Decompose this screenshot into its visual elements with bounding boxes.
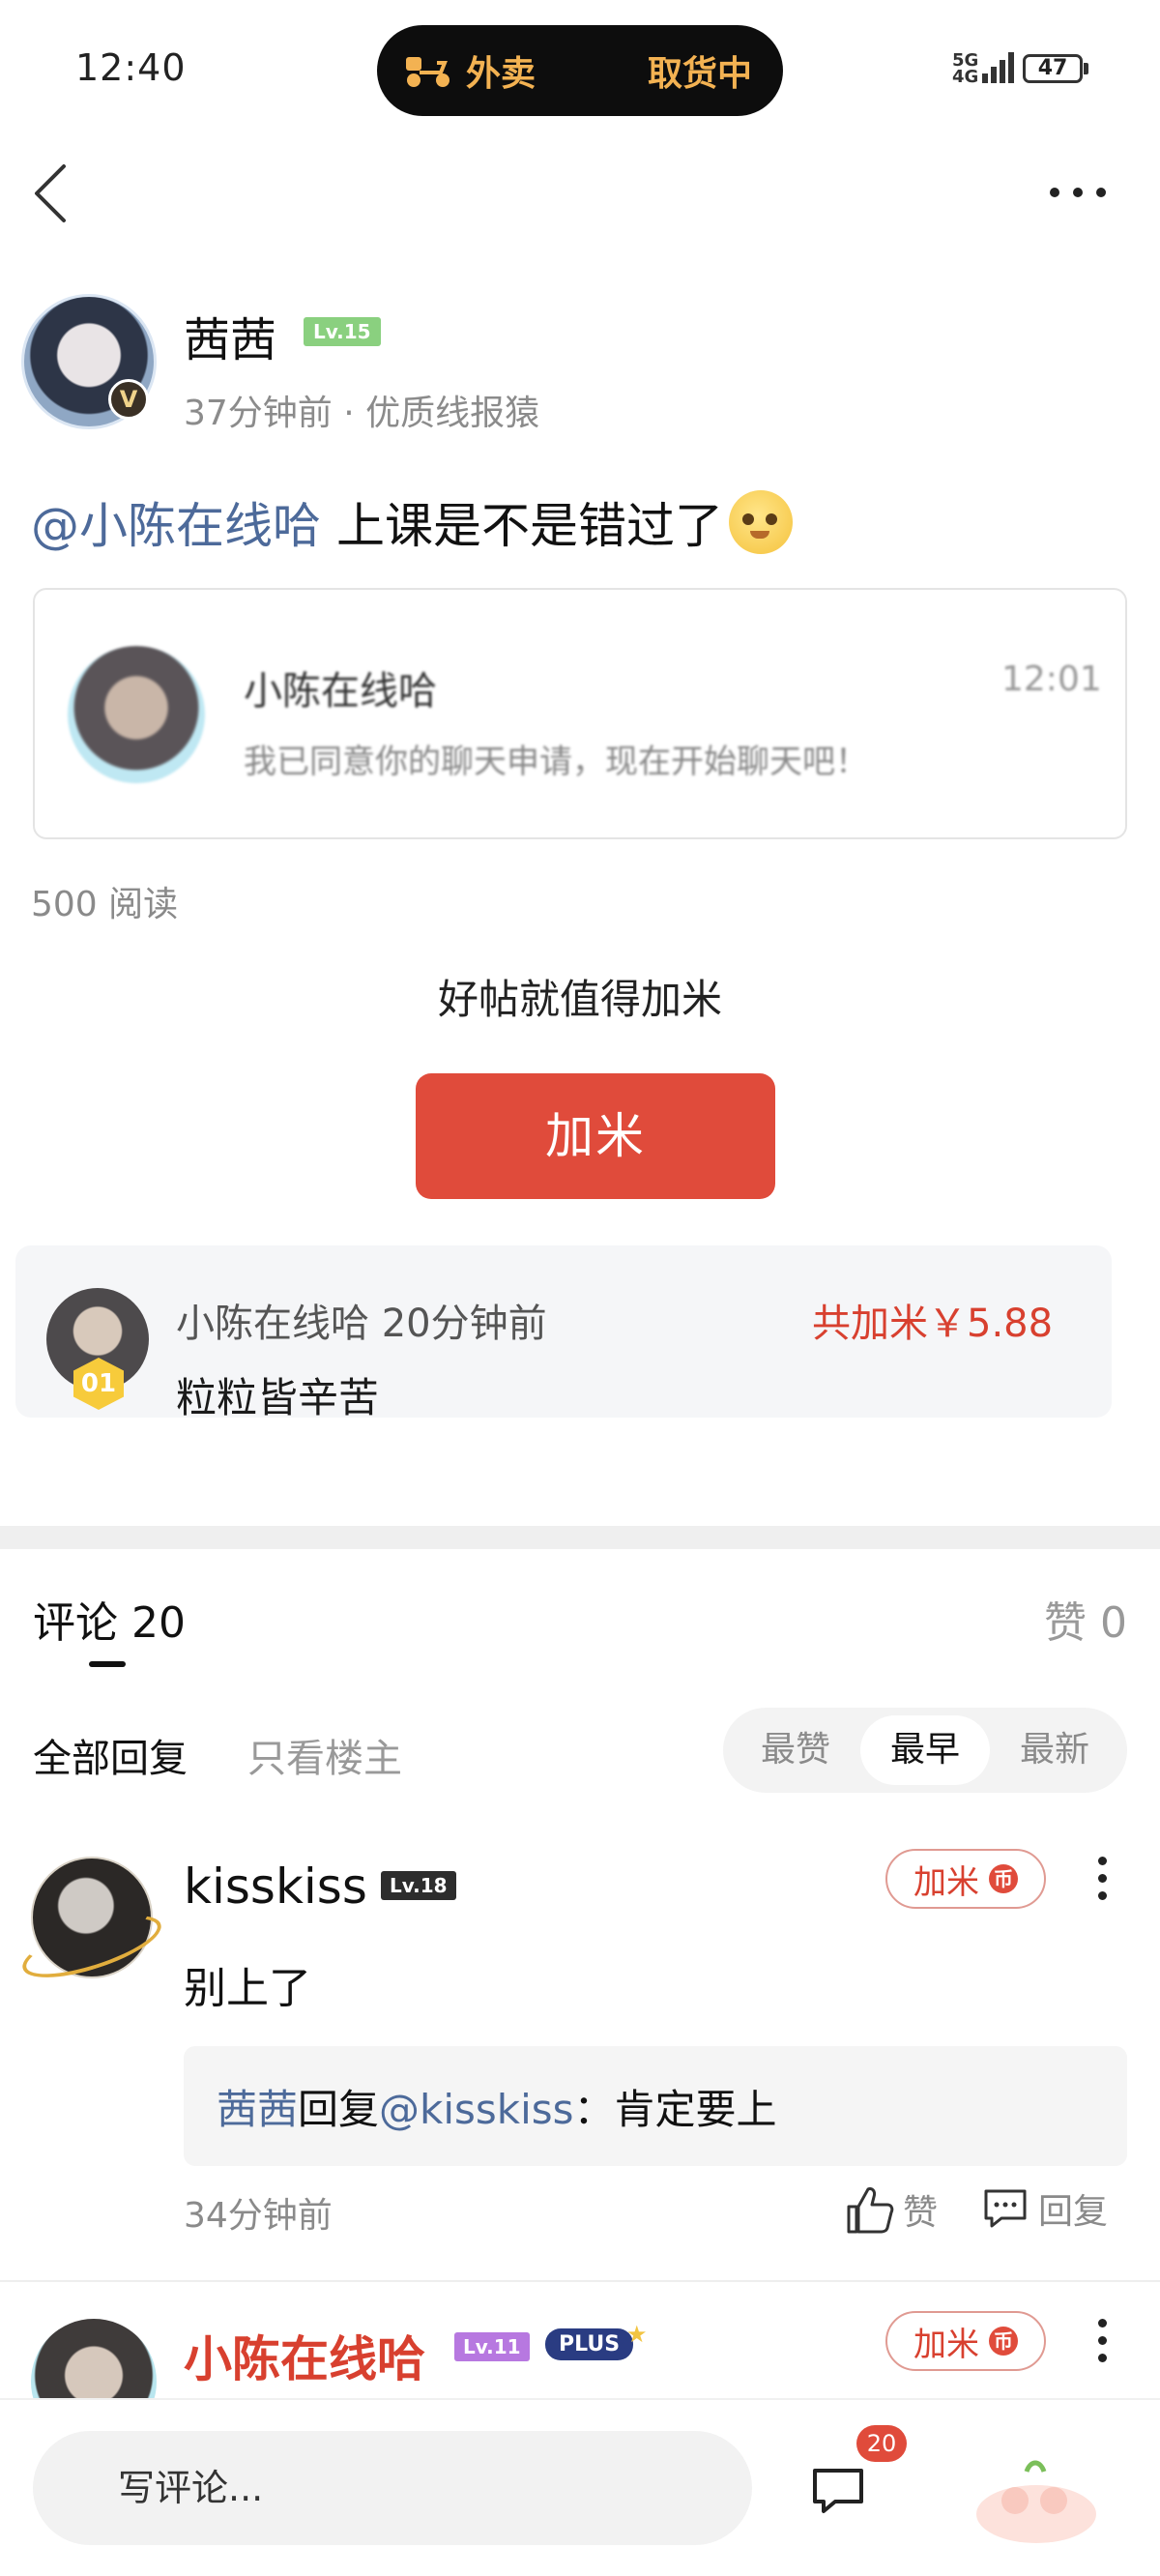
status-time: 12:40 (75, 46, 187, 89)
comment-input[interactable]: 写评论... (33, 2431, 752, 2545)
section-divider (0, 1526, 1160, 1549)
comment-add-rice-button[interactable]: 加米 币 (885, 1849, 1046, 1909)
tab-likes[interactable]: 赞 0 (1044, 1588, 1127, 1650)
shared-screenshot-card[interactable]: 小陈在线哈 12:01 我已同意你的聊天申请，现在开始聊天吧！ (33, 588, 1127, 839)
filter-all-replies[interactable]: 全部回复 (33, 1727, 188, 1783)
card-name: 小陈在线哈 (244, 669, 437, 714)
sort-switch: 最赞 最早 最新 (723, 1708, 1127, 1793)
reply-text: 茜茜回复@kisskiss：肯定要上 (217, 2086, 777, 2133)
comment-time: 34分钟前 (184, 2196, 333, 2236)
comment-more-icon[interactable] (1098, 2319, 1107, 2362)
comment-count-badge: 20 (856, 2425, 907, 2462)
commenter-name[interactable]: 小陈在线哈 (184, 2321, 425, 2390)
commenter-level-badge: Lv.18 (381, 1871, 456, 1900)
reply-button[interactable]: 回复 (980, 2183, 1108, 2234)
post-content: @小陈在线哈 上课是不是错过了 (31, 487, 793, 557)
sort-earliest[interactable]: 最早 (860, 1715, 990, 1785)
donor-name-time: 小陈在线哈 20分钟前 (176, 1302, 547, 1346)
card-avatar (68, 646, 205, 783)
tab-indicator (89, 1661, 126, 1667)
battery-tip (1084, 63, 1088, 74)
verified-badge: V (108, 379, 149, 420)
coin-icon: 币 (989, 1864, 1018, 1893)
comment-separator (0, 2280, 1160, 2282)
donor-total: 共加米￥5.88 (812, 1302, 1054, 1346)
reward-icon[interactable] (947, 2446, 1125, 2553)
star-icon: ★ (626, 2321, 648, 2348)
signal-icon (982, 50, 1014, 83)
comment-more-icon[interactable] (1098, 1857, 1107, 1900)
plus-member-badge: PLUS (545, 2328, 634, 2360)
add-rice-button[interactable]: 加米 (416, 1073, 775, 1199)
dynamic-island-delivery[interactable]: 外卖 取货中 (377, 25, 783, 116)
commenter-name[interactable]: kisskiss (184, 1859, 367, 1915)
sort-newest[interactable]: 最新 (990, 1715, 1119, 1785)
network-type: 5G 4G (952, 50, 979, 87)
card-time: 12:01 (1001, 659, 1102, 699)
comment-add-rice-button[interactable]: 加米 币 (885, 2311, 1046, 2371)
comment-bubble-icon (984, 2189, 1027, 2228)
island-label-status: 取货中 (647, 54, 752, 94)
mention-link[interactable]: @小陈在线哈 (31, 487, 321, 557)
like-button[interactable]: 赞 (843, 2183, 938, 2236)
donor-message: 粒粒皆辛苦 (176, 1374, 380, 1421)
filter-op-only[interactable]: 只看楼主 (247, 1727, 402, 1783)
comment-text: 别上了 (184, 1964, 311, 2013)
tab-comments[interactable]: 评论 20 (33, 1588, 186, 1650)
sort-most-liked[interactable]: 最赞 (731, 1715, 860, 1785)
island-label-delivery: 外卖 (466, 54, 536, 94)
reward-prompt: 好帖就值得加米 (437, 976, 722, 1023)
post-meta: 37分钟前 · 优质线报猿 (184, 394, 540, 433)
scooter-icon (406, 57, 450, 87)
thumbs-up-icon (847, 2187, 894, 2234)
back-arrow-icon[interactable] (31, 162, 70, 224)
post-text: 上课是不是错过了 (336, 498, 723, 554)
author-level-badge: Lv.15 (304, 317, 381, 346)
battery-icon: 47 (1023, 54, 1083, 83)
read-count: 500 阅读 (31, 885, 179, 924)
coin-icon: 币 (989, 2327, 1018, 2356)
card-message: 我已同意你的聊天申请，现在开始聊天吧！ (244, 743, 868, 781)
commenter-level-badge: Lv.11 (454, 2332, 530, 2361)
thinking-emoji-icon (729, 490, 793, 554)
author-name[interactable]: 茜茜 (184, 302, 276, 369)
more-options-icon[interactable] (1050, 188, 1106, 197)
comments-icon[interactable] (810, 2466, 866, 2516)
